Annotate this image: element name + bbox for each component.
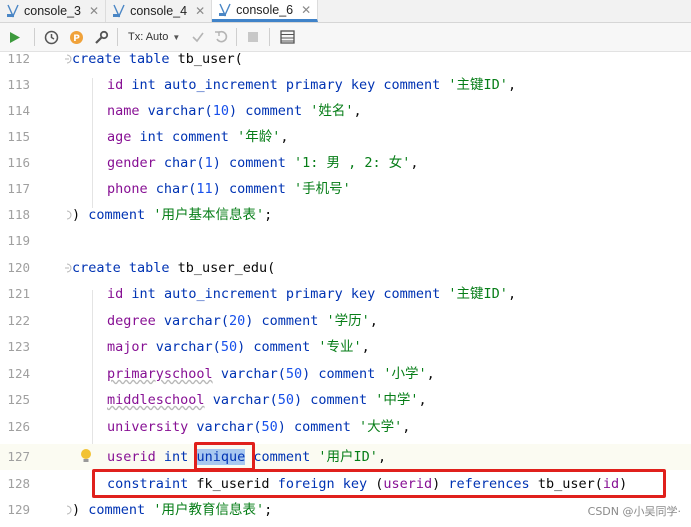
explain-plan-button[interactable]: P <box>63 23 89 51</box>
close-icon[interactable]: ✕ <box>195 4 205 18</box>
line-number: 123 <box>7 339 30 354</box>
code-line-127: 127 userid int unique comment '用户ID', <box>0 444 691 470</box>
code-line-123: 123 major varchar(50) comment '专业', <box>0 334 691 360</box>
code-text: name varchar(10) comment '姓名', <box>107 103 362 119</box>
annotation-box-unique <box>194 442 255 471</box>
toolbar-divider <box>34 28 35 46</box>
code-line-116: 116 gender char(1) comment '1: 男 , 2: 女'… <box>0 150 691 176</box>
line-number: 115 <box>7 129 30 144</box>
editor-tab-bar: console_3 ✕ console_4 ✕ console_6 ✕ <box>0 0 691 23</box>
line-number: 121 <box>7 286 30 301</box>
fold-marker-icon[interactable] <box>62 263 72 273</box>
line-number: 120 <box>7 260 30 275</box>
query-toolbar: P Tx: Auto ▼ <box>0 23 691 52</box>
console-file-icon <box>7 4 19 18</box>
watermark: CSDN @小吴同学· <box>587 505 681 518</box>
code-line-120: 120 create table tb_user_edu( <box>0 255 691 281</box>
wrench-icon <box>94 30 108 44</box>
transaction-mode-dropdown[interactable]: Tx: Auto ▼ <box>122 31 186 43</box>
line-number: 129 <box>7 502 30 517</box>
commit-button[interactable] <box>186 23 210 51</box>
toolbar-divider <box>117 28 118 46</box>
console-file-icon <box>219 3 231 17</box>
chevron-down-icon: ▼ <box>172 32 181 42</box>
code-line-125: 125 middleschool varchar(50) comment '中学… <box>0 387 691 413</box>
line-number: 125 <box>7 392 30 407</box>
transaction-mode-label: Tx: Auto <box>128 31 169 43</box>
fold-marker-icon[interactable] <box>62 210 72 220</box>
code-line-115: 115 age int comment '年龄', <box>0 124 691 150</box>
rollback-button[interactable] <box>210 23 232 51</box>
code-text: degree varchar(20) comment '学历', <box>107 313 378 329</box>
tab-console-3[interactable]: console_3 ✕ <box>0 0 107 22</box>
code-line-118: 118 ) comment '用户基本信息表'; <box>0 202 691 228</box>
line-number: 116 <box>7 155 30 170</box>
lightbulb-icon[interactable] <box>79 448 93 464</box>
results-grid-button[interactable] <box>274 23 300 51</box>
table-icon <box>280 30 295 44</box>
tab-label: console_3 <box>24 4 81 18</box>
check-icon <box>192 32 204 43</box>
p-badge-icon: P <box>69 30 83 44</box>
annotation-box-constraint <box>92 469 666 498</box>
code-line-126: 126 university varchar(50) comment '大学', <box>0 414 691 440</box>
code-text: create table tb_user( <box>72 52 243 67</box>
code-line-119: 119 <box>0 228 691 254</box>
undo-icon <box>215 30 228 43</box>
line-number: 117 <box>7 181 30 196</box>
code-text: id int auto_increment primary key commen… <box>107 286 517 302</box>
settings-button[interactable] <box>89 23 113 51</box>
code-line-121: 121 id int auto_increment primary key co… <box>0 281 691 307</box>
code-text: ) comment '用户教育信息表'; <box>72 502 273 518</box>
history-button[interactable] <box>39 23 63 51</box>
line-number: 127 <box>7 449 30 464</box>
code-text: primaryschool varchar(50) comment '小学', <box>107 366 435 382</box>
tab-label: console_4 <box>130 4 188 18</box>
code-line-112: 112 create table tb_user( <box>0 52 691 72</box>
line-number: 124 <box>7 366 30 381</box>
tab-console-6[interactable]: console_6 ✕ <box>212 0 319 22</box>
code-text: create table tb_user_edu( <box>72 260 276 276</box>
code-text: university varchar(50) comment '大学', <box>107 419 411 435</box>
toolbar-divider <box>236 28 238 46</box>
toolbar-divider <box>269 28 271 46</box>
code-text: age int comment '年龄', <box>107 129 289 145</box>
code-line-117: 117 phone char(11) comment '手机号' <box>0 176 691 202</box>
code-text: major varchar(50) comment '专业', <box>107 339 370 355</box>
svg-text:P: P <box>73 34 80 44</box>
line-number: 119 <box>7 233 30 248</box>
line-number: 112 <box>7 52 30 66</box>
code-text: gender char(1) comment '1: 男 , 2: 女', <box>107 155 419 171</box>
close-icon[interactable]: ✕ <box>301 3 311 17</box>
code-text: phone char(11) comment '手机号' <box>107 181 351 197</box>
fold-marker-icon[interactable] <box>62 54 72 64</box>
code-line-122: 122 degree varchar(20) comment '学历', <box>0 308 691 334</box>
line-number: 114 <box>7 103 30 118</box>
line-number: 113 <box>7 77 30 92</box>
code-line-124: 124 primaryschool varchar(50) comment '小… <box>0 361 691 387</box>
play-icon <box>10 31 20 43</box>
stop-button[interactable] <box>241 23 265 51</box>
stop-icon <box>248 32 259 42</box>
tab-console-4[interactable]: console_4 ✕ <box>106 0 213 22</box>
code-text: id int auto_increment primary key commen… <box>107 77 517 93</box>
line-number: 118 <box>7 207 30 222</box>
tab-label: console_6 <box>236 2 294 17</box>
code-line-113: 113 id int auto_increment primary key co… <box>0 72 691 98</box>
line-number: 126 <box>7 419 30 434</box>
execute-button[interactable] <box>0 23 30 51</box>
close-icon[interactable]: ✕ <box>89 4 99 18</box>
code-line-114: 114 name varchar(10) comment '姓名', <box>0 98 691 124</box>
line-number: 122 <box>7 313 30 328</box>
clock-icon <box>44 30 58 44</box>
code-text: middleschool varchar(50) comment '中学', <box>107 392 427 408</box>
sql-editor[interactable]: 112 create table tb_user( 113 id int aut… <box>0 52 691 527</box>
console-file-icon <box>113 4 125 18</box>
line-number: 128 <box>7 476 30 491</box>
fold-marker-icon[interactable] <box>62 505 72 515</box>
code-text: ) comment '用户基本信息表'; <box>72 207 273 223</box>
